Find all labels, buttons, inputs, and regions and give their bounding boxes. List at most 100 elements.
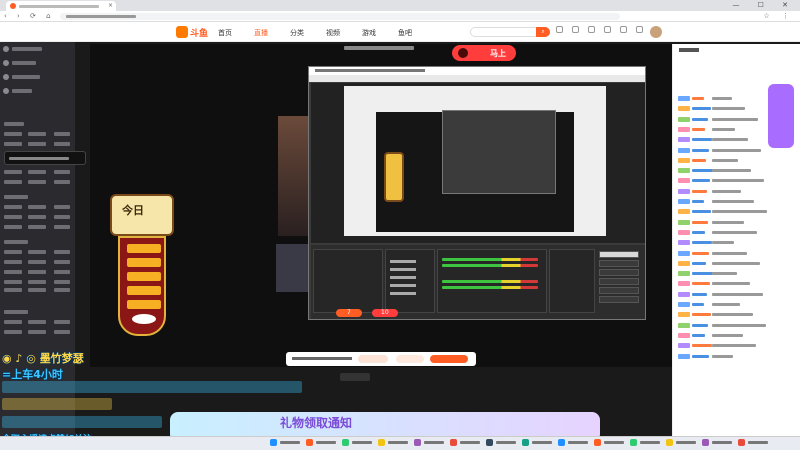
taskbar-app-icon[interactable] — [738, 439, 745, 446]
chat-username[interactable] — [692, 169, 713, 173]
nav-item-live[interactable]: 直播 — [254, 28, 268, 38]
browser-menu-icons[interactable]: ☆ ⋮ — [763, 12, 794, 20]
download-icon[interactable] — [588, 26, 595, 33]
chat-username[interactable] — [692, 333, 705, 337]
taskbar-app-icon[interactable] — [450, 439, 457, 446]
sidebar-item[interactable] — [54, 280, 70, 284]
sidebar-item[interactable] — [28, 288, 46, 292]
taskbar-app-icon[interactable] — [414, 439, 421, 446]
sidebar-item[interactable] — [4, 270, 22, 274]
follow-icon[interactable] — [572, 26, 579, 33]
chat-username[interactable] — [692, 230, 705, 234]
chat-username[interactable] — [692, 261, 706, 265]
obs-menu-bar[interactable] — [309, 75, 645, 82]
chat-username[interactable] — [692, 107, 711, 111]
chat-username[interactable] — [692, 303, 704, 306]
nav-item-home[interactable]: 首页 — [218, 28, 232, 38]
source-row[interactable] — [390, 276, 416, 279]
sidebar-item[interactable] — [54, 170, 70, 174]
sidebar-item[interactable] — [4, 225, 22, 229]
sidebar-item[interactable] — [28, 142, 46, 146]
sidebar-item[interactable] — [54, 225, 70, 229]
sidebar-item[interactable] — [54, 260, 70, 264]
browser-nav-icons[interactable]: ‹ › ⟳ ⌂ — [4, 12, 55, 20]
player-btn-b[interactable]: 10 — [372, 309, 398, 317]
chat-username[interactable] — [692, 241, 712, 245]
sidebar-item[interactable] — [4, 260, 22, 264]
chat-username[interactable] — [692, 179, 710, 183]
hint-btn-c[interactable] — [430, 355, 468, 363]
chat-username[interactable] — [692, 127, 705, 131]
chat-username[interactable] — [692, 200, 704, 203]
window-controls[interactable]: — ☐ ✕ — [732, 1, 796, 9]
studio-mode-button[interactable] — [599, 278, 639, 285]
sidebar-item[interactable] — [28, 250, 46, 254]
chat-username[interactable] — [692, 323, 708, 327]
taskbar-app-icon[interactable] — [306, 439, 313, 446]
obs-audio-mixer[interactable] — [437, 249, 547, 313]
exit-button[interactable] — [599, 296, 639, 303]
sidebar-item-recommend[interactable] — [12, 61, 36, 65]
site-logo[interactable]: 斗鱼 — [176, 26, 208, 39]
obs-transitions-panel[interactable] — [549, 249, 595, 313]
chat-username[interactable] — [692, 313, 711, 317]
sidebar-item[interactable] — [28, 260, 46, 264]
sidebar-item[interactable] — [28, 225, 46, 229]
sidebar-item[interactable] — [4, 170, 22, 174]
sidebar-item[interactable] — [54, 330, 70, 334]
taskbar-app-icon[interactable] — [702, 439, 709, 446]
sidebar-item[interactable] — [4, 205, 22, 209]
sidebar-item[interactable] — [4, 180, 22, 184]
chat-badge-icon[interactable] — [768, 84, 794, 148]
sidebar-item[interactable] — [4, 215, 22, 219]
sidebar-item[interactable] — [4, 132, 22, 136]
sidebar-item[interactable] — [54, 205, 70, 209]
taskbar-app-icon[interactable] — [342, 439, 349, 446]
sidebar-item[interactable] — [28, 215, 46, 219]
chat-username[interactable] — [692, 189, 707, 193]
sidebar-item[interactable] — [28, 170, 46, 174]
taskbar-app-icon[interactable] — [486, 439, 493, 446]
sidebar-item[interactable] — [28, 180, 46, 184]
taskbar-app-icon[interactable] — [558, 439, 565, 446]
sidebar-item-mobile[interactable] — [12, 75, 40, 79]
sidebar-item[interactable] — [54, 132, 70, 136]
nav-item-yuba[interactable]: 鱼吧 — [398, 28, 412, 38]
chat-username[interactable] — [692, 220, 708, 224]
chat-username[interactable] — [692, 97, 704, 100]
sidebar-item[interactable] — [4, 330, 22, 334]
sidebar-item[interactable] — [4, 320, 22, 324]
chat-username[interactable] — [692, 344, 712, 348]
taskbar-app-icon[interactable] — [666, 439, 673, 446]
chat-username[interactable] — [692, 158, 706, 162]
sidebar-item-follow[interactable] — [12, 47, 42, 51]
sidebar-item[interactable] — [4, 280, 22, 284]
sidebar-item[interactable] — [28, 280, 46, 284]
sidebar-item[interactable] — [4, 142, 22, 146]
chat-username[interactable] — [692, 117, 708, 121]
search-input[interactable]: ⌕ — [470, 27, 550, 37]
player-btn-a[interactable]: 7 — [336, 309, 362, 317]
source-row[interactable] — [390, 268, 416, 271]
sidebar-item[interactable] — [4, 250, 22, 254]
nav-item-video[interactable]: 视频 — [326, 28, 340, 38]
address-input[interactable] — [60, 13, 620, 20]
history-icon[interactable] — [556, 26, 563, 33]
chat-username[interactable] — [692, 148, 709, 152]
task-icon[interactable] — [636, 26, 643, 33]
broadcast-icon[interactable] — [620, 26, 627, 33]
sidebar-item[interactable] — [54, 250, 70, 254]
chat-username[interactable] — [692, 292, 707, 296]
browser-tab[interactable]: × — [6, 1, 116, 11]
sidebar-item[interactable] — [28, 330, 46, 334]
sidebar-item-channel[interactable] — [12, 89, 32, 93]
sidebar-item[interactable] — [54, 270, 70, 274]
sidebar-item[interactable] — [28, 270, 46, 274]
taskbar-app-icon[interactable] — [522, 439, 529, 446]
user-avatar[interactable] — [650, 26, 662, 38]
chat-username[interactable] — [692, 272, 713, 276]
chat-username[interactable] — [692, 210, 711, 214]
sidebar-item[interactable] — [54, 180, 70, 184]
taskbar-app-icon[interactable] — [378, 439, 385, 446]
sidebar-item[interactable] — [28, 132, 46, 136]
